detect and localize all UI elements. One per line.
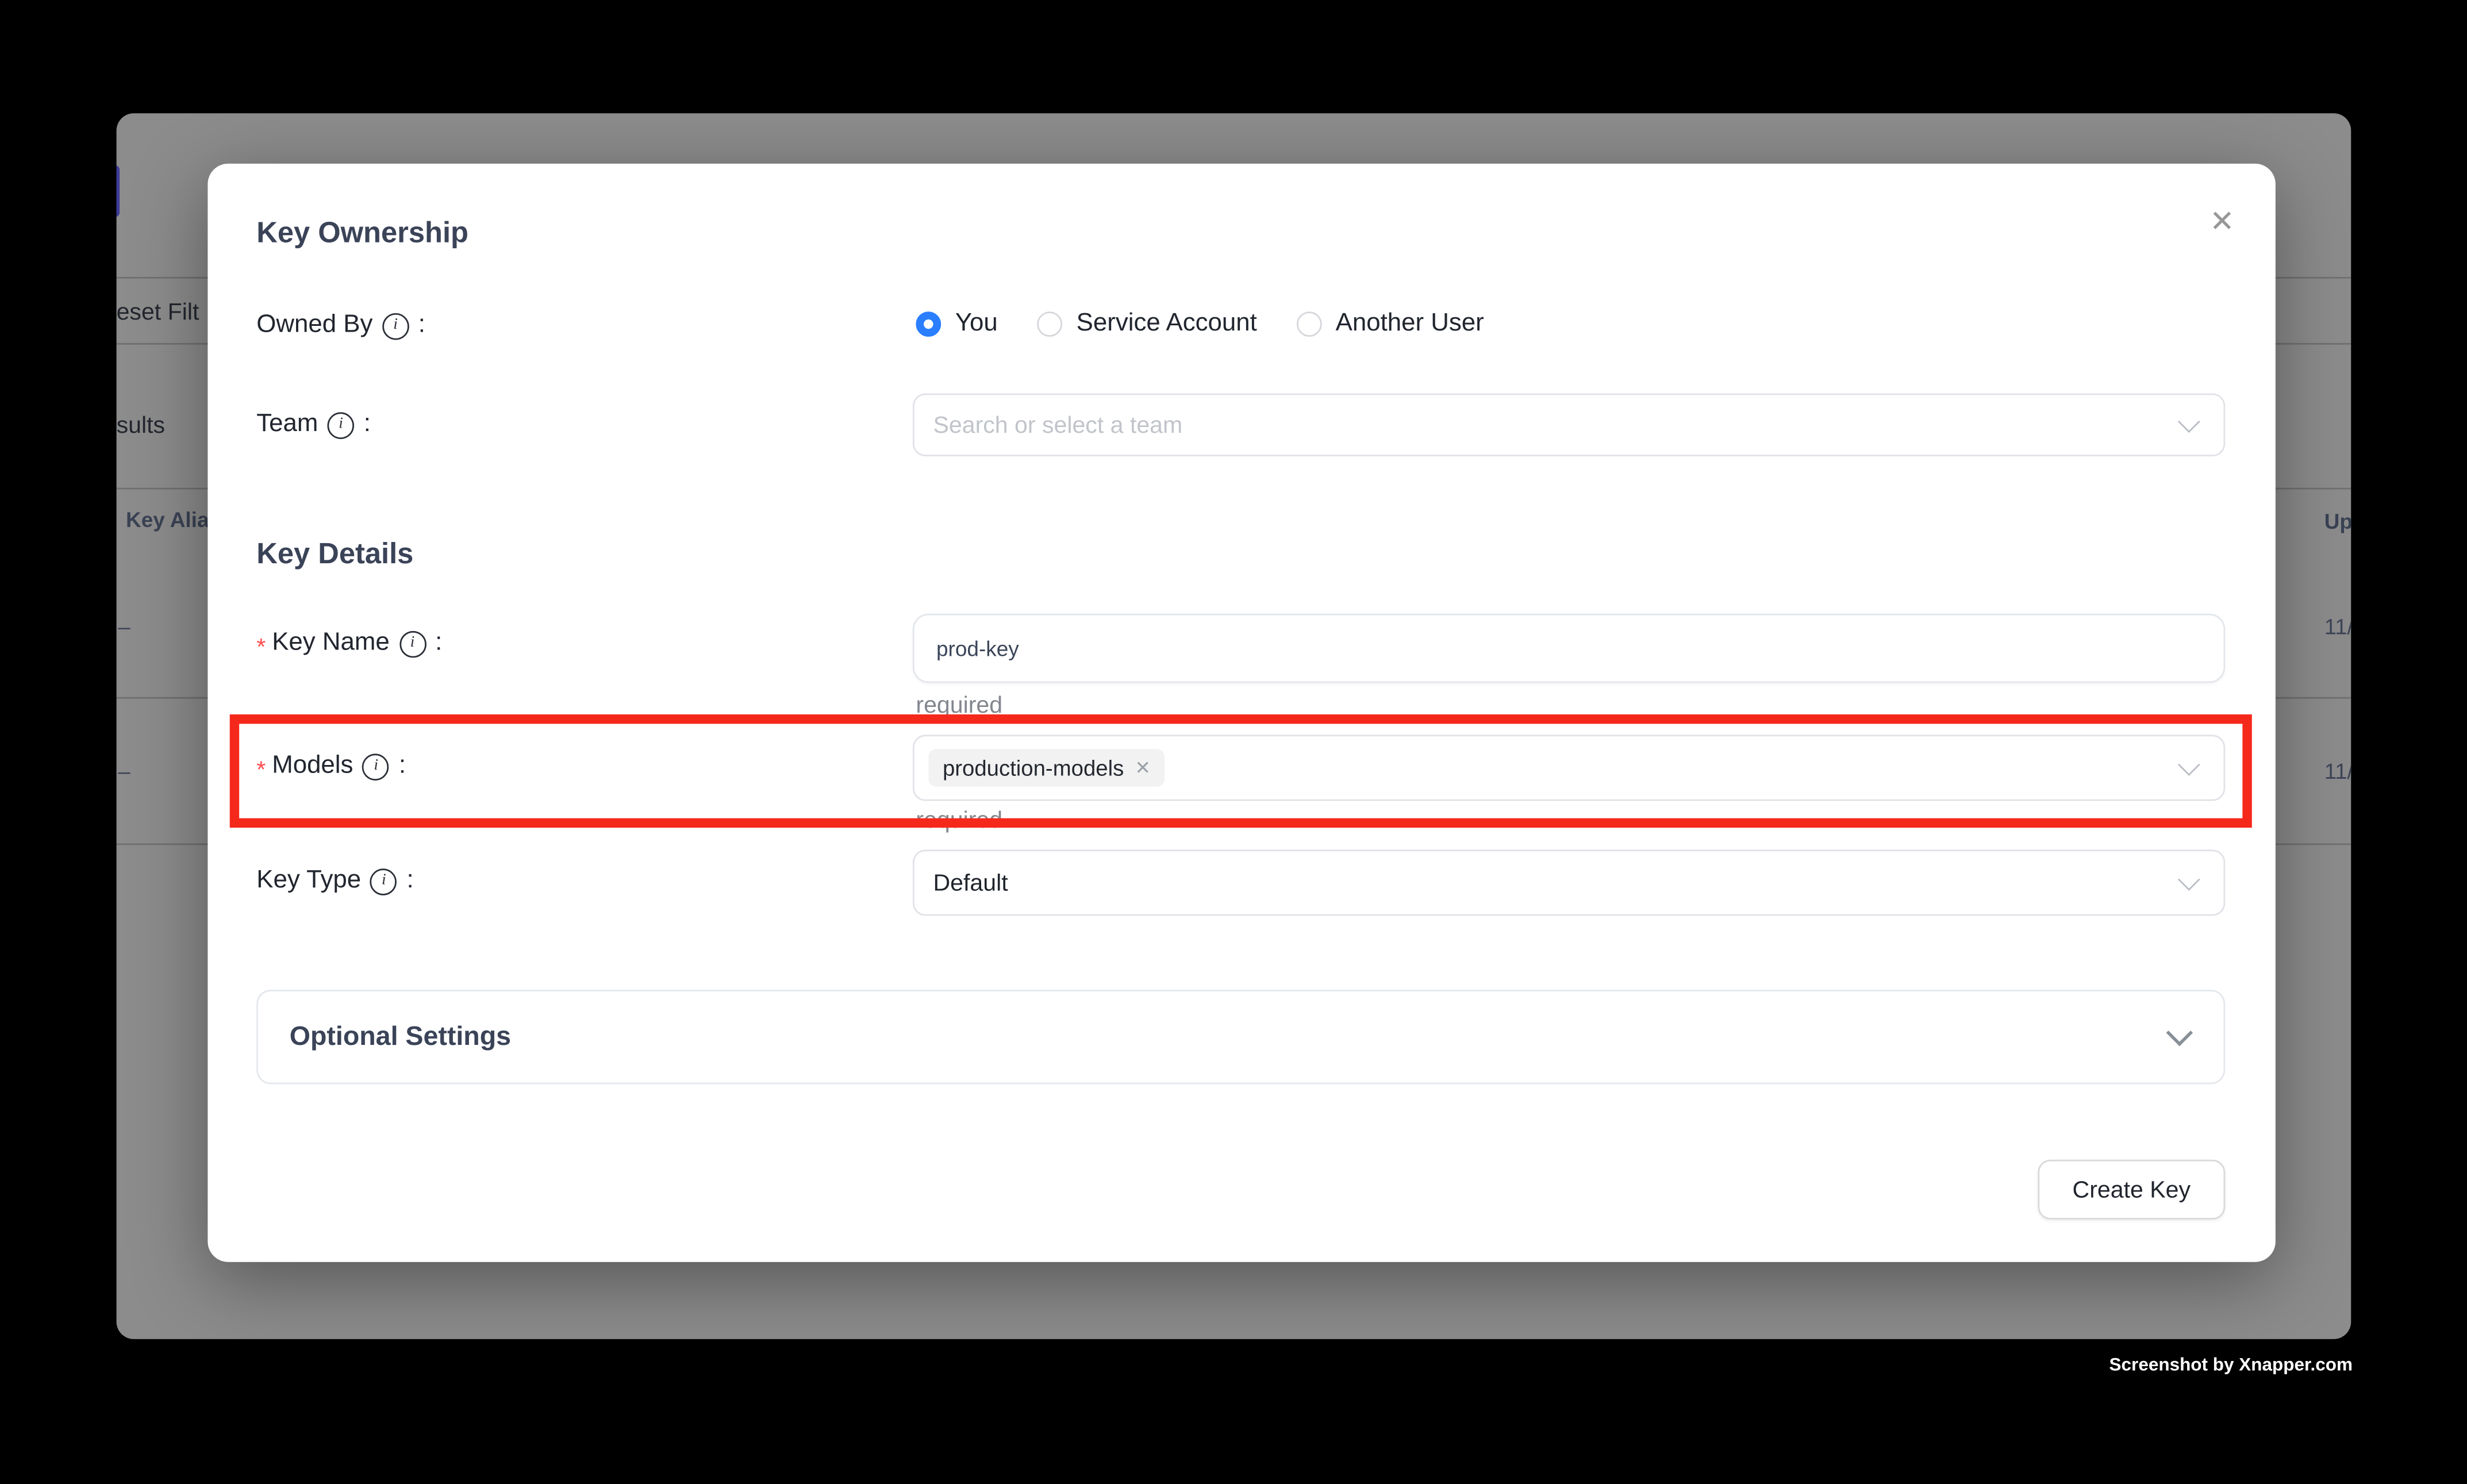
key-name-input[interactable] <box>913 614 2225 683</box>
chevron-down-icon <box>2166 1020 2193 1046</box>
team-select[interactable]: Search or select a team <box>913 393 2225 456</box>
updated-header-fragment: Up <box>2324 510 2351 533</box>
chevron-down-icon <box>2178 410 2200 433</box>
models-label-text: Models <box>272 752 353 781</box>
key-type-select[interactable]: Default <box>913 849 2225 916</box>
key-alias-header-fragment: Key Alia <box>126 508 209 532</box>
key-details-heading: Key Details <box>256 537 413 571</box>
team-label-text: Team <box>256 411 318 439</box>
optional-settings-panel[interactable]: Optional Settings <box>256 990 2225 1084</box>
radio-option-another-user[interactable]: Another User <box>1296 310 1484 338</box>
optional-settings-heading: Optional Settings <box>258 1021 511 1053</box>
owned-by-label: Owned By i : <box>256 312 425 340</box>
radio-selected-icon[interactable] <box>916 312 941 337</box>
radio-unselected-icon[interactable] <box>1037 312 1062 337</box>
team-select-placeholder: Search or select a team <box>914 412 1183 439</box>
info-icon: i <box>399 630 426 657</box>
create-key-modal: Key Ownership ✕ Owned By i : You Service… <box>207 164 2275 1262</box>
key-name-label: * Key Name i : <box>256 629 442 658</box>
key-type-label: Key Type i : <box>256 867 413 895</box>
reset-filters-fragment: eset Filt <box>117 299 199 326</box>
key-name-label-text: Key Name <box>272 629 390 658</box>
info-icon: i <box>371 868 398 895</box>
selected-model-tag: production-models ✕ <box>928 749 1165 787</box>
radio-label[interactable]: Service Account <box>1077 310 1257 338</box>
remove-tag-icon[interactable]: ✕ <box>1135 759 1151 778</box>
colon: : <box>399 752 406 781</box>
table-cell-fragment: 11/ <box>2324 759 2351 784</box>
radio-unselected-icon[interactable] <box>1296 312 1321 337</box>
selected-model-tag-label: production-models <box>943 755 1124 781</box>
radio-option-service-account[interactable]: Service Account <box>1037 310 1257 338</box>
screenshot-stage: eset Filt sults Key Alia – – Up 11/ 11/ … <box>0 0 2467 1484</box>
colon: : <box>418 312 425 340</box>
radio-label[interactable]: Another User <box>1336 310 1484 338</box>
required-asterisk: * <box>256 633 266 660</box>
models-select[interactable]: production-models ✕ <box>913 735 2225 801</box>
modal-title: Key Ownership <box>256 216 468 250</box>
key-type-label-text: Key Type <box>256 867 361 895</box>
required-asterisk: * <box>256 756 266 783</box>
chevron-down-icon <box>2178 753 2200 776</box>
table-cell-fragment: 11/ <box>2324 614 2351 639</box>
chevron-down-icon <box>2178 868 2200 891</box>
key-name-validation-message: required <box>916 693 1002 720</box>
models-validation-message: required <box>916 807 1002 834</box>
colon: : <box>364 411 371 439</box>
watermark-text: Screenshot by Xnapper.com <box>2109 1356 2353 1375</box>
table-cell-fragment: – <box>118 614 130 639</box>
colon: : <box>435 629 442 658</box>
clipped-primary-button <box>117 165 120 217</box>
info-icon: i <box>382 312 409 339</box>
models-label: * Models i : <box>256 752 406 781</box>
key-type-selected-value: Default <box>914 870 1008 897</box>
table-cell-fragment: – <box>118 759 130 784</box>
radio-label[interactable]: You <box>955 310 998 338</box>
colon: : <box>407 867 414 895</box>
owned-by-label-text: Owned By <box>256 312 372 340</box>
owned-by-radio-group: You Service Account Another User <box>916 310 1484 338</box>
info-icon: i <box>328 412 355 439</box>
create-key-button[interactable]: Create Key <box>2038 1160 2225 1220</box>
radio-option-you[interactable]: You <box>916 310 997 338</box>
team-label: Team i : <box>256 411 371 439</box>
results-count-fragment: sults <box>117 412 165 439</box>
info-icon: i <box>363 753 390 780</box>
close-icon[interactable]: ✕ <box>2209 207 2235 237</box>
